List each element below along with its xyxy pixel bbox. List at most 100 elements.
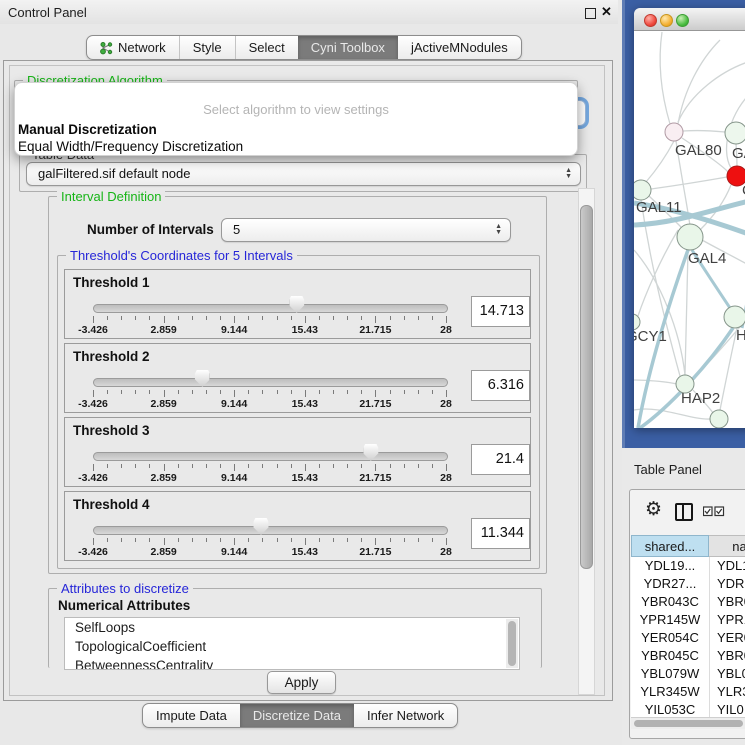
tick-mark xyxy=(432,538,433,542)
attribute-list-item[interactable]: SelfLoops xyxy=(65,618,519,637)
tick-mark xyxy=(333,316,334,320)
slider-tick-labels: -3.4262.8599.14415.4321.71528 xyxy=(93,472,446,484)
network-edge[interactable] xyxy=(683,131,725,132)
slider-ruler xyxy=(93,464,446,472)
column-header-shared-name[interactable]: shared... xyxy=(631,535,709,557)
tick-mark xyxy=(390,464,391,468)
tick-mark xyxy=(220,538,221,542)
threshold-value-field[interactable]: 21.4 xyxy=(471,444,530,475)
tick-mark xyxy=(234,464,235,471)
tick-mark xyxy=(333,464,334,468)
tick-mark xyxy=(305,390,306,397)
minimize-traffic-light-icon[interactable] xyxy=(660,14,673,27)
tick-mark xyxy=(319,538,320,542)
tick-mark xyxy=(192,464,193,468)
tab-infer-network[interactable]: Infer Network xyxy=(354,704,457,727)
table-row[interactable]: YER054CYER0 xyxy=(631,629,745,647)
tick-mark xyxy=(107,538,108,542)
slider-track[interactable] xyxy=(93,378,448,387)
column-header-name[interactable]: name xyxy=(709,535,745,557)
table-row[interactable]: YDL19...YDL1 xyxy=(631,557,745,575)
popup-hint: Select algorithm to view settings xyxy=(15,102,577,117)
threshold-value-field[interactable]: 11.344 xyxy=(471,518,530,549)
network-graph: GAL80GACGAL11GAL4GCY1HHAP2 xyxy=(634,31,745,428)
numerical-attributes-list[interactable]: SelfLoops TopologicalCoefficient Between… xyxy=(64,617,520,670)
attribute-list-item[interactable]: BetweennessCentrality xyxy=(65,656,519,670)
tick-mark xyxy=(248,538,249,542)
tick-mark xyxy=(277,316,278,320)
table-row[interactable]: YPR145WYPR1 xyxy=(631,611,745,629)
float-window-icon[interactable] xyxy=(585,8,596,19)
threshold-slider[interactable]: -3.4262.8599.14415.4321.71528 xyxy=(93,492,446,560)
network-edge[interactable] xyxy=(646,141,674,182)
list-scrollbar-track[interactable] xyxy=(506,619,518,668)
zoom-traffic-light-icon[interactable] xyxy=(676,14,689,27)
network-node[interactable] xyxy=(710,410,728,428)
network-node-h[interactable] xyxy=(724,306,745,328)
settings-scrollbar-thumb[interactable] xyxy=(580,205,593,569)
tab-cyni-toolbox[interactable]: Cyni Toolbox xyxy=(298,36,398,59)
threshold-value-field[interactable]: 14.713 xyxy=(471,296,530,327)
tick-mark xyxy=(361,464,362,468)
close-traffic-light-icon[interactable] xyxy=(644,14,657,27)
threshold-card: Threshold 1 -3.4262.8599.14415.4321.7152… xyxy=(64,269,531,339)
threshold-slider[interactable]: -3.4262.8599.14415.4321.71528 xyxy=(93,418,446,486)
tab-discretize-data[interactable]: Discretize Data xyxy=(240,704,354,727)
network-node-gal80[interactable] xyxy=(665,123,683,141)
network-edge[interactable] xyxy=(685,250,688,375)
list-scrollbar-thumb[interactable] xyxy=(508,621,516,666)
table-row[interactable]: YBL079WYBL0 xyxy=(631,665,745,683)
table-row[interactable]: YBR043CYBR0 xyxy=(631,593,745,611)
slider-track[interactable] xyxy=(93,452,448,461)
apply-button[interactable]: Apply xyxy=(267,671,336,694)
attribute-list-item[interactable]: TopologicalCoefficient xyxy=(65,637,519,656)
settings-gear-icon[interactable]: ⚙ xyxy=(645,498,662,520)
tick-mark xyxy=(361,538,362,542)
slider-track[interactable] xyxy=(93,304,448,313)
tick-mark xyxy=(178,316,179,320)
tick-label: -3.426 xyxy=(78,546,108,558)
column-divider xyxy=(709,557,710,717)
table-hscrollbar-track[interactable] xyxy=(631,717,745,729)
table-row[interactable]: YBR045CYBR0 xyxy=(631,647,745,665)
network-node-ga[interactable] xyxy=(725,122,745,144)
threshold-slider[interactable]: -3.4262.8599.14415.4321.71528 xyxy=(93,344,446,412)
tick-mark xyxy=(432,390,433,394)
table-data-combo[interactable]: galFiltered.sif default node ▲▼ xyxy=(26,162,581,186)
popup-option-manual-discretization[interactable]: Manual Discretization xyxy=(18,122,157,137)
number-of-intervals-combo[interactable]: 5 ▲▼ xyxy=(221,218,511,242)
tab-network[interactable]: Network xyxy=(87,36,179,59)
network-edge[interactable] xyxy=(634,250,685,375)
cell-shared-name: YPR145W xyxy=(631,611,709,629)
network-window-titlebar[interactable] xyxy=(634,8,745,31)
tick-mark xyxy=(135,316,136,320)
network-edge[interactable] xyxy=(651,177,727,189)
network-edge[interactable] xyxy=(634,409,710,419)
network-node-gal4[interactable] xyxy=(677,224,703,250)
tab-jactivemnodules[interactable]: jActiveMNodules xyxy=(398,36,521,59)
network-edge[interactable] xyxy=(660,32,670,124)
split-columns-icon[interactable] xyxy=(675,503,693,521)
select-columns-checkboxes-icon[interactable] xyxy=(703,506,725,517)
slider-ruler xyxy=(93,316,446,324)
network-edge[interactable] xyxy=(634,380,677,384)
table-row[interactable]: YLR345WYLR3 xyxy=(631,683,745,701)
threshold-slider[interactable]: -3.4262.8599.14415.4321.71528 xyxy=(93,270,446,338)
tab-style[interactable]: Style xyxy=(179,36,235,59)
table-row[interactable]: YDR27...YDR2 xyxy=(631,575,745,593)
popup-option-equal-width-frequency[interactable]: Equal Width/Frequency Discretization xyxy=(18,139,243,154)
network-canvas[interactable]: GAL80GACGAL11GAL4GCY1HHAP2 xyxy=(634,31,745,428)
tab-select[interactable]: Select xyxy=(235,36,298,59)
close-icon[interactable]: ✕ xyxy=(601,4,612,20)
tick-mark xyxy=(220,464,221,468)
network-edge[interactable] xyxy=(638,230,678,316)
tick-label: 15.43 xyxy=(292,472,318,484)
network-edge[interactable] xyxy=(678,60,745,122)
slider-tick-labels: -3.4262.8599.14415.4321.71528 xyxy=(93,546,446,558)
table-hscrollbar-thumb[interactable] xyxy=(634,720,743,727)
tab-impute-data[interactable]: Impute Data xyxy=(143,704,240,727)
network-node-gal11[interactable] xyxy=(634,180,651,200)
tick-mark xyxy=(305,464,306,471)
threshold-value-field[interactable]: 6.316 xyxy=(471,370,530,401)
slider-track[interactable] xyxy=(93,526,448,535)
